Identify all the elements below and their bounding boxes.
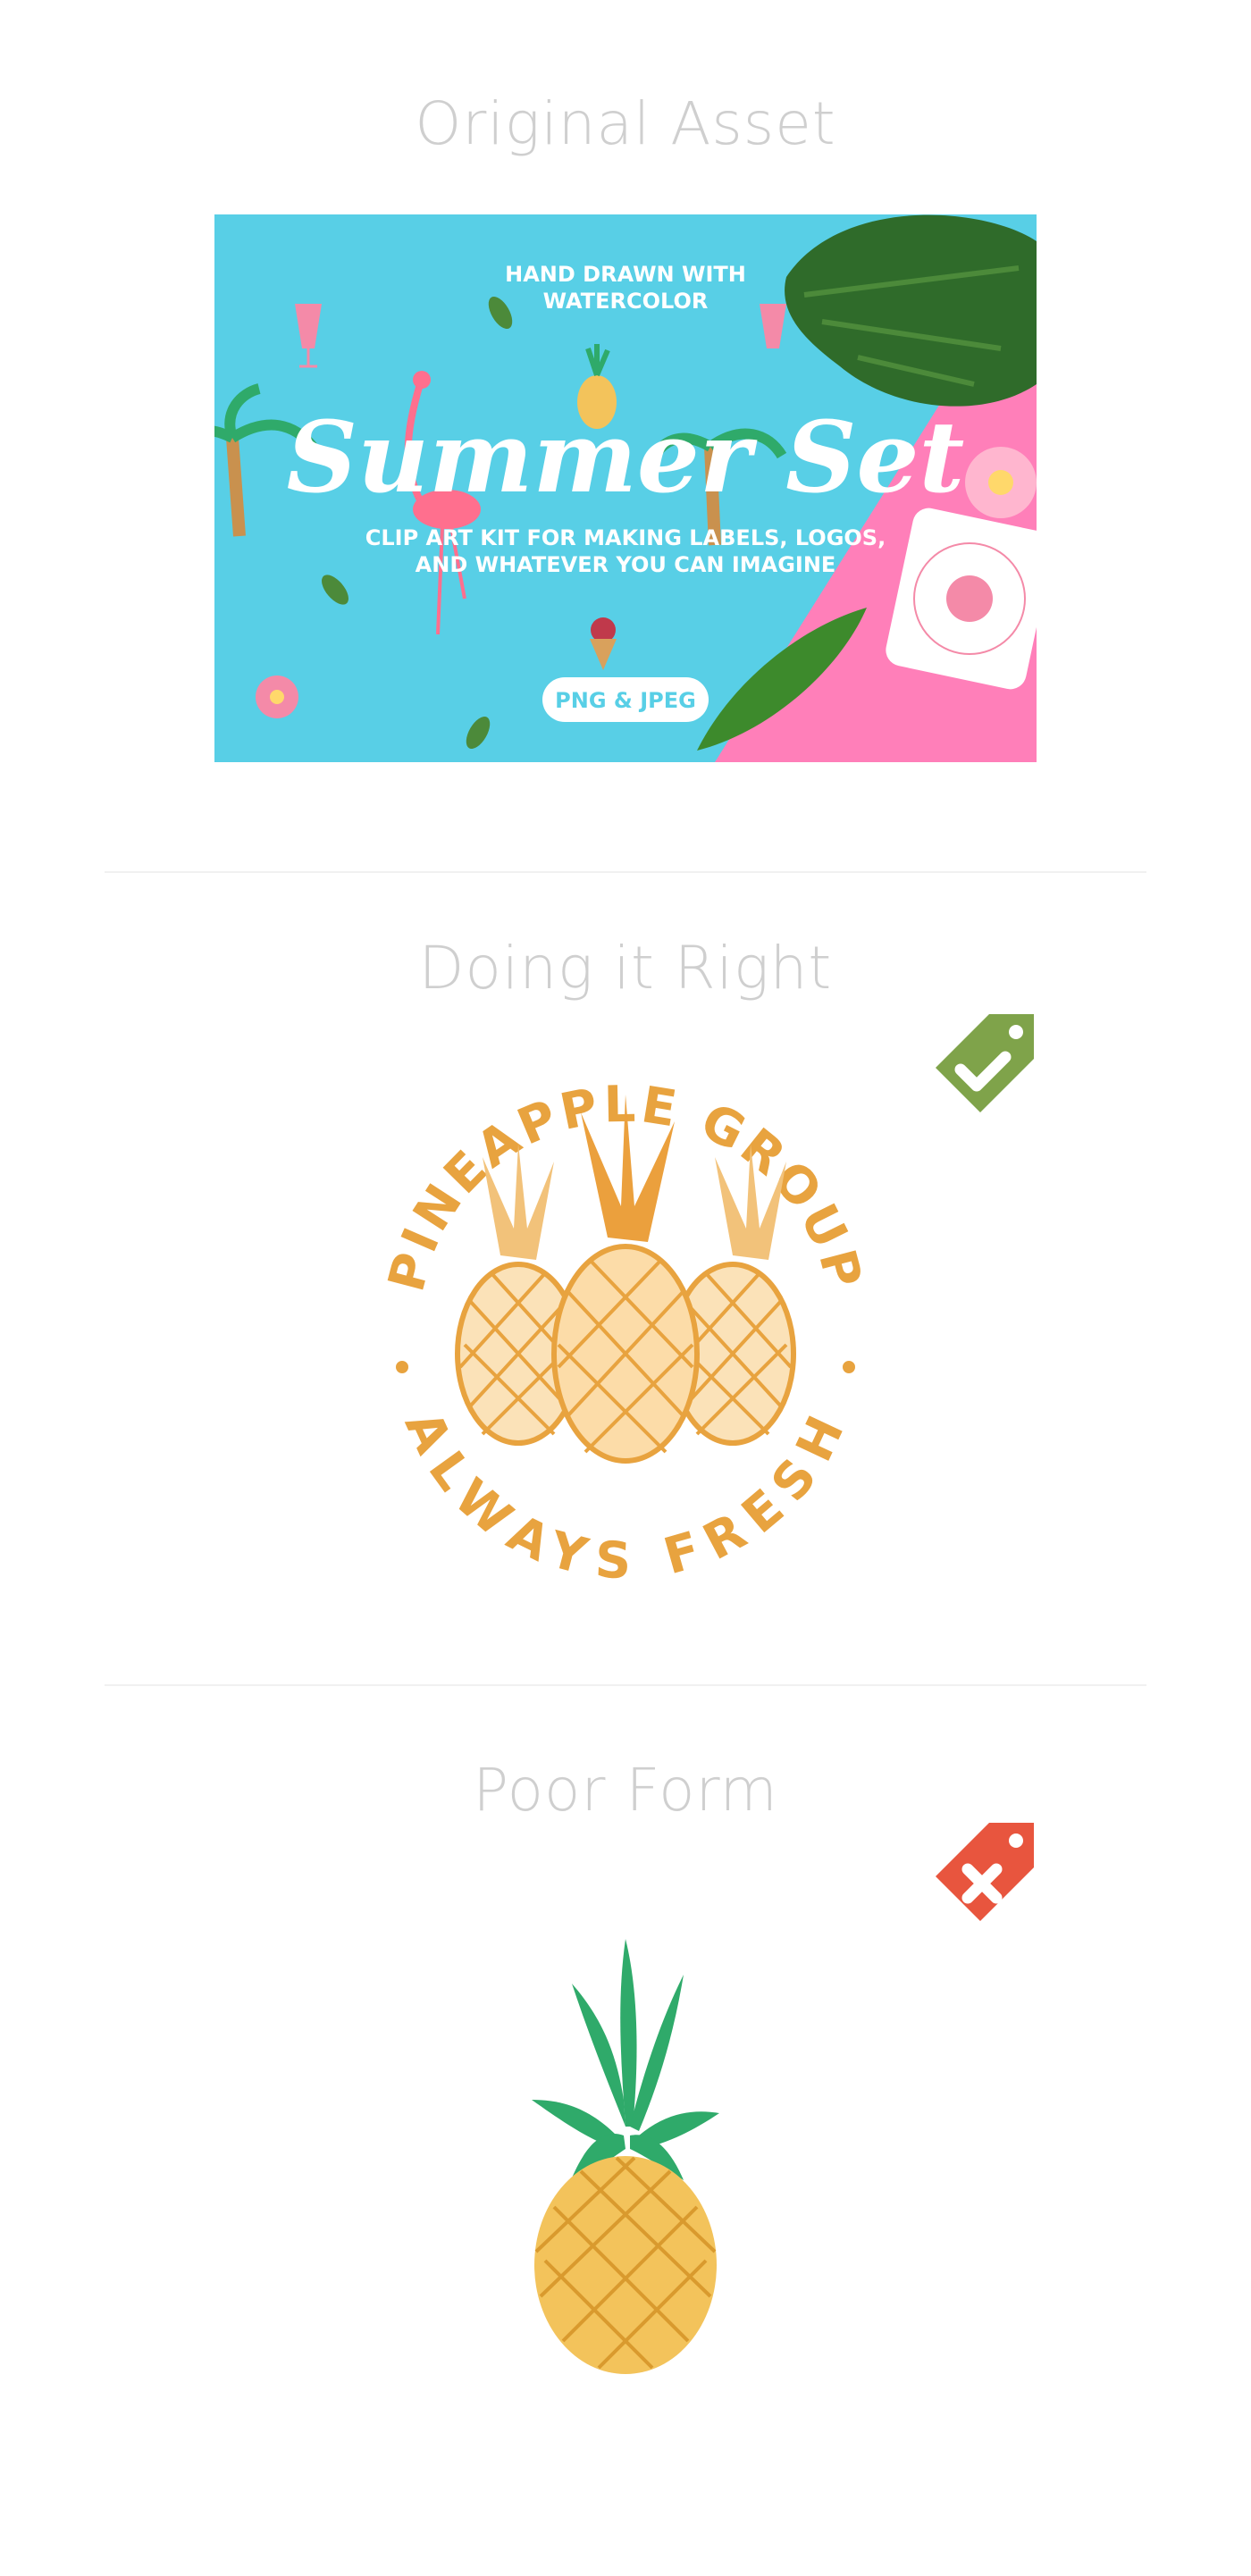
watercolor-pineapple-icon	[532, 1939, 719, 2374]
banner-kicker-line2: WATERCOLOR	[543, 289, 709, 314]
banner-subline1: CLIP ART KIT FOR MAKING LABELS, LOGOS,	[365, 525, 886, 550]
emblem-dot	[396, 1361, 408, 1373]
divider	[105, 871, 1146, 873]
section-title-poor: Poor Form	[473, 1756, 778, 1825]
banner-kicker-line1: HAND DRAWN WITH	[505, 262, 746, 287]
poor-form-pineapple	[518, 1921, 733, 2381]
emblem-dot-2	[843, 1361, 855, 1373]
small-flower-icon	[256, 675, 298, 718]
pineapple-group-emblem: PINEAPPLE GROUP ALWAYS FRESH	[366, 1059, 885, 1599]
original-asset-banner: HAND DRAWN WITH WATERCOLOR Summer Set CL…	[214, 214, 1037, 762]
banner-headline: Summer Set	[287, 399, 965, 515]
section-title-original: Original Asset	[415, 89, 836, 158]
banner-pill-label: PNG & JPEG	[555, 688, 696, 713]
banner-subline2: AND WHATEVER YOU CAN IMAGINE	[416, 552, 836, 577]
x-tag-icon	[936, 1823, 1034, 1926]
divider-2	[105, 1684, 1146, 1686]
check-tag-icon	[936, 1014, 1034, 1117]
section-title-right: Doing it Right	[418, 934, 833, 1003]
plumeria-flower-icon	[965, 447, 1037, 518]
banner-artwork: HAND DRAWN WITH WATERCOLOR Summer Set CL…	[214, 214, 1037, 762]
